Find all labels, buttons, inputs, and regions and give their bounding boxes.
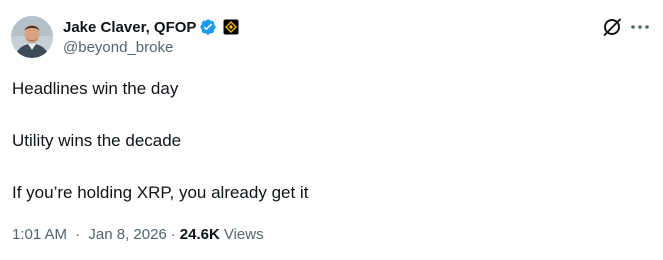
author-handle[interactable]: @beyond_broke (63, 39, 173, 56)
views-count[interactable]: 24.6K (180, 226, 220, 243)
author-display-name[interactable]: Jake Claver, QFOP (63, 19, 196, 36)
avatar-image (11, 16, 53, 58)
more-options-icon[interactable] (628, 16, 652, 38)
verified-badge-icon[interactable] (199, 18, 217, 36)
author-name-row: Jake Claver, QFOP (63, 16, 239, 38)
tweet-time: 1:01 AM (12, 226, 68, 243)
meta-separator: · (75, 226, 81, 243)
tweet-text-line: Headlines win the day (12, 79, 179, 98)
tweet-text-line: Utility wins the decade (12, 131, 182, 150)
tweet-date: Jan 8, 2026 (88, 226, 167, 243)
meta-separator: · (170, 226, 176, 243)
affiliate-badge-icon[interactable] (223, 19, 239, 35)
avatar[interactable] (11, 16, 53, 58)
grok-icon[interactable] (601, 16, 623, 38)
tweet-meta: 1:01 AM · Jan 8, 2026 · 24.6K Views (12, 226, 264, 243)
tweet-text-line: If you’re holding XRP, you already get i… (12, 183, 309, 202)
timestamp-link[interactable]: 1:01 AM · Jan 8, 2026 (12, 226, 167, 243)
views-label: Views (223, 226, 264, 243)
tweet: Jake Claver, QFOP @beyond_broke Headline… (0, 0, 663, 260)
